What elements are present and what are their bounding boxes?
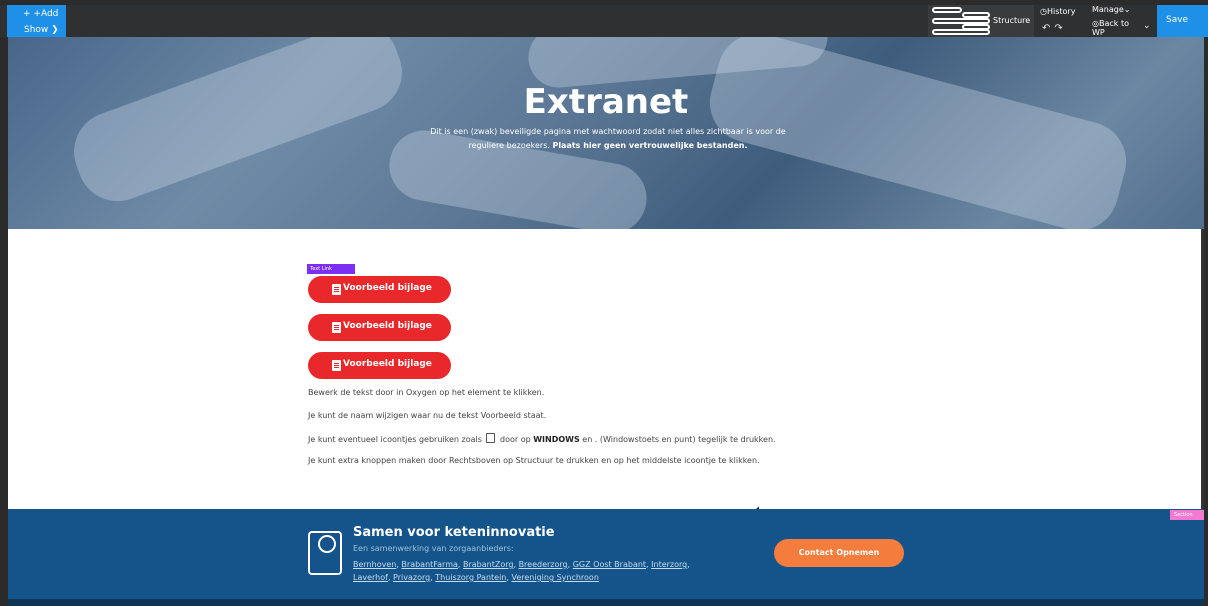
page-title: Extranet bbox=[523, 82, 689, 122]
partner-link[interactable]: Laverhof bbox=[353, 573, 388, 582]
hero-section[interactable]: Extranet Dit is een (zwak) beveiligde pa… bbox=[8, 37, 1204, 229]
add-label: + +Add bbox=[23, 9, 59, 19]
document-icon bbox=[332, 360, 341, 371]
partner-link[interactable]: Vereniging Synchroon bbox=[511, 573, 598, 582]
instruction-text-1: Bewerk de tekst door in Oxygen op het el… bbox=[308, 388, 545, 397]
hero-description: Dit is een (zwak) beveiligde pagina met … bbox=[430, 127, 786, 150]
button-label: Voorbeeld bijlage bbox=[343, 321, 432, 331]
partner-link[interactable]: BrabantFarma bbox=[401, 560, 457, 569]
partner-link[interactable]: BrabantZorg bbox=[463, 560, 513, 569]
save-button[interactable]: Save bbox=[1157, 5, 1208, 37]
partner-link[interactable]: Bernhoven bbox=[353, 560, 396, 569]
undo-redo[interactable]: ↶↷ bbox=[1042, 23, 1067, 34]
map-pin-icon bbox=[308, 531, 342, 575]
partner-links: Bernhoven, BrabantFarma, BrabantZorg, Br… bbox=[353, 560, 690, 582]
download-button-1[interactable]: Voorbeeld bijlage bbox=[308, 276, 451, 303]
add-button[interactable]: + +Add Show ❯ bbox=[7, 5, 66, 37]
redo-icon[interactable]: ↷ bbox=[1054, 23, 1066, 34]
undo-icon[interactable]: ↶ bbox=[1042, 23, 1054, 34]
history-label: History bbox=[1046, 7, 1076, 16]
download-button-3[interactable]: Voorbeeld bijlage bbox=[308, 352, 451, 379]
text-link-badge[interactable]: Text Link bbox=[307, 264, 355, 274]
instruction-text-3: Je kunt eventueel icoontjes gebruiken zo… bbox=[308, 433, 776, 444]
structure-button[interactable]: Structure bbox=[928, 5, 1034, 37]
builder-toolbar: + +Add Show ❯ Structure ◷History ↶↷ Mana… bbox=[0, 5, 1208, 37]
button-label: Voorbeeld bijlage bbox=[343, 283, 432, 293]
manage-button[interactable]: Manage⌄ bbox=[1092, 5, 1130, 14]
show-label[interactable]: Show ❯ bbox=[24, 25, 59, 35]
save-label: Save bbox=[1166, 15, 1189, 25]
footer-title: Samen voor keteninnovatie bbox=[353, 525, 555, 540]
button-label: Voorbeeld bijlage bbox=[343, 359, 432, 369]
partner-link[interactable]: Interzorg bbox=[651, 560, 687, 569]
partner-link[interactable]: GGZ Oost Brabant bbox=[573, 560, 646, 569]
document-icon bbox=[332, 322, 341, 333]
document-icon bbox=[332, 284, 341, 295]
partner-link[interactable]: Thuiszorg Pantein bbox=[435, 573, 506, 582]
back-to-wp-button[interactable]: ◎Back to WP bbox=[1092, 19, 1142, 37]
download-button-2[interactable]: Voorbeeld bijlage bbox=[308, 314, 451, 341]
manage-label: Manage bbox=[1092, 5, 1124, 14]
chevron-down-icon[interactable]: ⌄ bbox=[1143, 21, 1151, 31]
footer-section[interactable]: Section Samen voor keteninnovatie Een sa… bbox=[8, 509, 1204, 599]
structure-icon bbox=[932, 7, 992, 35]
history-button[interactable]: ◷History bbox=[1040, 7, 1075, 16]
section-badge[interactable]: Section bbox=[1170, 510, 1204, 520]
page-canvas: Extranet Dit is een (zwak) beveiligde pa… bbox=[8, 37, 1204, 606]
partner-link[interactable]: Breederzorg bbox=[519, 560, 568, 569]
footer-bottom-bar bbox=[8, 599, 1204, 606]
instruction-text-2: Je kunt de naam wijzigen waar nu de teks… bbox=[308, 411, 547, 420]
contact-button[interactable]: Contact Opnemen bbox=[774, 539, 904, 567]
structure-label: Structure bbox=[993, 16, 1031, 25]
partner-link[interactable]: Privazorg bbox=[393, 573, 430, 582]
edit-icon bbox=[486, 433, 496, 443]
instruction-text-4: Je kunt extra knoppen maken door Rechtsb… bbox=[308, 456, 760, 465]
footer-subtitle: Een samenwerking van zorgaanbieders: bbox=[353, 544, 514, 553]
wordpress-icon: ◎ bbox=[1092, 19, 1099, 28]
